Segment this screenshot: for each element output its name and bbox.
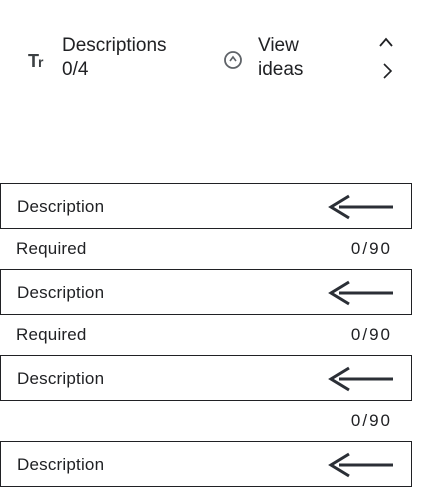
section-count: 0/4 — [62, 59, 89, 80]
description-input[interactable]: Description — [0, 269, 412, 315]
character-counter: 0/90 — [350, 411, 392, 430]
view-ideas-line1: View — [258, 35, 299, 56]
chevron-right-icon — [383, 63, 393, 79]
description-input[interactable]: Description — [0, 183, 412, 229]
description-meta: Required 0/90 — [0, 315, 412, 355]
character-counter: 0/90 — [350, 239, 392, 258]
arrow-left-icon — [328, 366, 393, 392]
description-meta: 0/90 — [0, 401, 412, 441]
text-format-icon: T r — [28, 51, 44, 71]
description-placeholder: Description — [17, 283, 105, 302]
required-label: Required — [16, 239, 87, 258]
section-title: Descriptions — [62, 35, 167, 56]
arrow-left-icon — [328, 194, 393, 220]
view-ideas-icon[interactable] — [217, 44, 249, 76]
arrow-left-icon — [328, 280, 393, 306]
svg-text:r: r — [38, 54, 44, 70]
descriptions-header[interactable]: T r Descriptions 0/4 View ideas — [0, 0, 426, 160]
description-placeholder: Description — [17, 455, 105, 474]
description-input[interactable]: Description — [0, 355, 412, 401]
view-ideas-line2: ideas — [258, 59, 304, 80]
view-ideas-link[interactable]: View ideas — [258, 34, 303, 82]
required-label: Required — [16, 325, 87, 344]
description-meta: Required 0/90 — [0, 229, 412, 269]
description-placeholder: Description — [17, 197, 105, 216]
chevron-up-icon[interactable] — [372, 28, 400, 56]
character-counter: 0/90 — [350, 325, 392, 344]
description-placeholder: Description — [17, 369, 105, 388]
arrow-left-icon — [328, 452, 393, 478]
